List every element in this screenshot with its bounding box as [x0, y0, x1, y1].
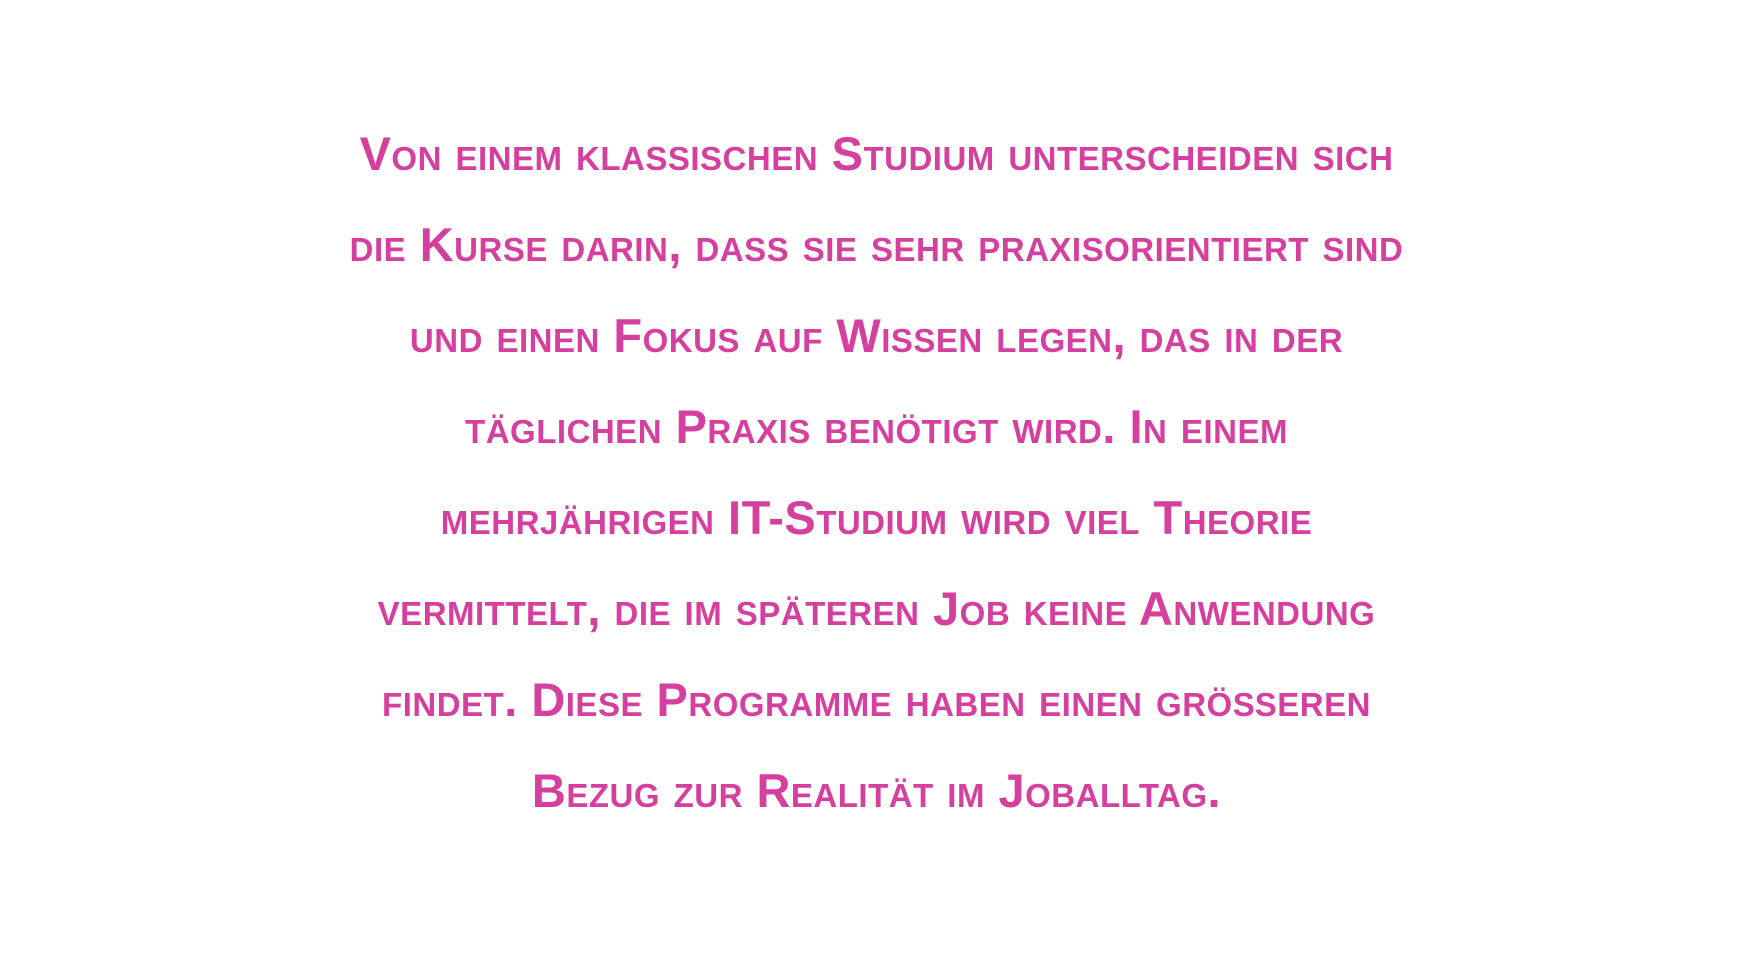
text-line-3: und einen Fokus auf Wissen legen, das in…	[409, 309, 1344, 362]
page: Von einem klassischen Studium unterschei…	[0, 0, 1753, 957]
text-line-5: mehrjährigen IT-Studium wird viel Theori…	[440, 491, 1313, 544]
text-line-4: täglichen Praxis benötigt wird. In einem	[465, 400, 1288, 453]
text-line-2: die Kurse darin, dass sie sehr praxisori…	[349, 218, 1404, 271]
text-line-7: findet. Diese Programme haben einen größ…	[382, 673, 1371, 726]
text-line-6: vermittelt, die im späteren Job keine An…	[377, 582, 1376, 635]
text-line-8: Bezug zur Realität im Joballtag.	[531, 764, 1222, 817]
text-line-1: Von einem klassischen Studium unterschei…	[359, 127, 1394, 180]
text-block: Von einem klassischen Studium unterschei…	[80, 108, 1673, 836]
